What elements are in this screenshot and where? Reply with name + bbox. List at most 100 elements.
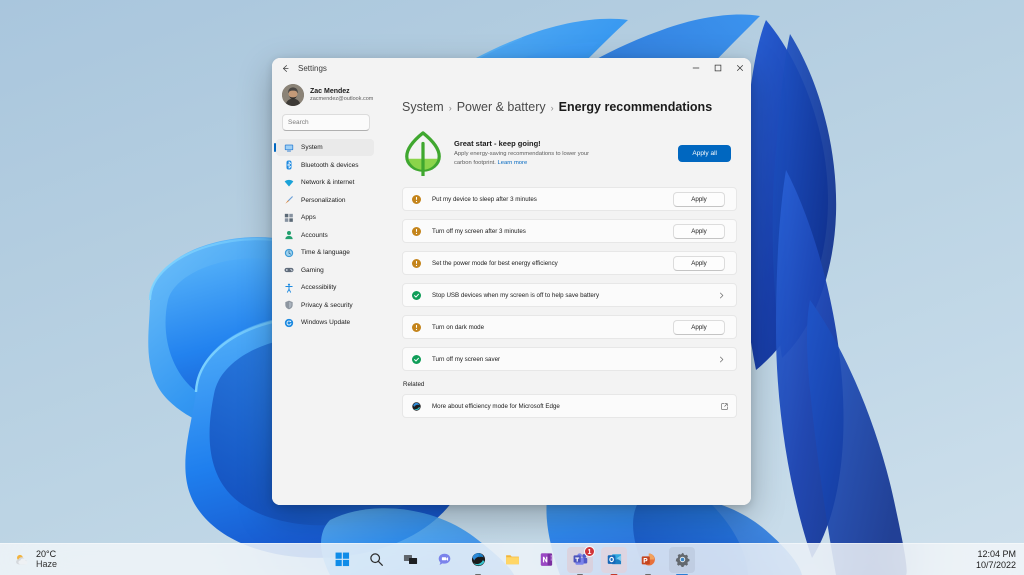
breadcrumb: System › Power & battery › Energy recomm… [402, 100, 737, 114]
clock-area[interactable]: 12:04 PM 10/7/2022 [976, 549, 1016, 569]
recommendation-row[interactable]: Turn off my screen saver [402, 347, 737, 371]
breadcrumb-item-energy-recommendations: Energy recommendations [559, 100, 713, 114]
chevron-right-icon[interactable] [716, 292, 725, 299]
sidebar-item-time-language[interactable]: Time & language [276, 244, 374, 261]
breadcrumb-separator: › [551, 103, 554, 113]
learn-more-link[interactable]: Learn more [498, 160, 528, 166]
warning-exclamation-icon [412, 259, 421, 268]
sidebar-label: Privacy & security [301, 302, 353, 309]
warning-exclamation-icon [412, 195, 421, 204]
desktop: Settings [0, 0, 1024, 575]
teams-badge: 1 [584, 546, 595, 557]
window-title: Settings [298, 64, 327, 73]
banner-title: Great start - keep going! [454, 139, 668, 148]
sidebar-item-accounts[interactable]: Accounts [276, 227, 374, 244]
minimize-button[interactable] [685, 58, 707, 78]
search-input[interactable] [288, 119, 376, 126]
task-view-button[interactable] [397, 547, 423, 573]
profile-email: zacmendez@outlook.com [310, 96, 370, 102]
recommendation-label: Stop USB devices when my screen is off t… [432, 292, 716, 299]
task-view-icon [403, 552, 418, 567]
recommendation-row[interactable]: Turn on dark mode Apply [402, 315, 737, 339]
search-box[interactable] [282, 114, 370, 131]
recommendation-label: Turn on dark mode [432, 324, 673, 331]
recommendation-row[interactable]: Put my device to sleep after 3 minutes A… [402, 187, 737, 211]
apply-button[interactable]: Apply [673, 192, 725, 207]
sidebar-item-system[interactable]: System [276, 139, 374, 156]
apps-grid-icon [284, 213, 294, 223]
back-button[interactable] [275, 59, 295, 77]
file-explorer-button[interactable] [499, 547, 525, 573]
avatar [282, 84, 304, 106]
taskbar: 20°C Haze [0, 543, 1024, 575]
window-controls [685, 58, 751, 78]
sidebar-label: Windows Update [301, 319, 350, 326]
back-arrow-icon [281, 64, 290, 73]
recommendation-label: Put my device to sleep after 3 minutes [432, 196, 673, 203]
sidebar-item-windows-update[interactable]: Windows Update [276, 314, 374, 331]
sidebar-item-network-internet[interactable]: Network & internet [276, 174, 374, 191]
sidebar-label: Personalization [301, 197, 345, 204]
settings-taskbar-button[interactable] [669, 547, 695, 573]
outlook-button[interactable] [601, 547, 627, 573]
recommendation-row[interactable]: Stop USB devices when my screen is off t… [402, 283, 737, 307]
onenote-icon [539, 552, 554, 567]
shield-icon [284, 300, 294, 310]
sidebar-label: Network & internet [301, 179, 354, 186]
related-link-row[interactable]: More about efficiency mode for Microsoft… [402, 394, 737, 418]
recommendation-label: Set the power mode for best energy effic… [432, 260, 673, 267]
close-button[interactable] [729, 58, 751, 78]
weather-widget[interactable]: 20°C Haze [8, 546, 65, 574]
onenote-button[interactable] [533, 547, 559, 573]
teams-button[interactable]: 1 [567, 547, 593, 573]
person-icon [284, 230, 294, 240]
clock-globe-icon [284, 248, 294, 258]
powerpoint-button[interactable] [635, 547, 661, 573]
energy-banner: Great start - keep going! Apply energy-s… [402, 128, 737, 178]
chevron-right-icon[interactable] [716, 356, 725, 363]
edge-button[interactable] [465, 547, 491, 573]
sidebar-item-bluetooth-devices[interactable]: Bluetooth & devices [276, 157, 374, 174]
related-link-label: More about efficiency mode for Microsoft… [432, 403, 721, 410]
clock-time: 12:04 PM [976, 549, 1016, 559]
start-button[interactable] [329, 547, 355, 573]
search-button[interactable] [363, 547, 389, 573]
sidebar-item-privacy-security[interactable]: Privacy & security [276, 297, 374, 314]
window-titlebar[interactable]: Settings [272, 58, 751, 78]
sidebar-item-personalization[interactable]: Personalization [276, 192, 374, 209]
sidebar: Zac Mendez zacmendez@outlook.com [272, 78, 378, 505]
sidebar-item-accessibility[interactable]: Accessibility [276, 279, 374, 296]
clock-date: 10/7/2022 [976, 560, 1016, 570]
apply-button[interactable]: Apply [673, 224, 725, 239]
gamepad-icon [284, 265, 294, 275]
banner-description: Apply energy-saving recommendations to l… [454, 150, 604, 167]
apply-button[interactable]: Apply [673, 256, 725, 271]
user-profile[interactable]: Zac Mendez zacmendez@outlook.com [272, 80, 378, 112]
sidebar-label: System [301, 144, 323, 151]
sidebar-label: Accessibility [301, 284, 336, 291]
network-wifi-icon [284, 178, 294, 188]
profile-name: Zac Mendez [310, 88, 370, 96]
apply-all-button[interactable]: Apply all [678, 145, 731, 162]
recommendation-row[interactable]: Set the power mode for best energy effic… [402, 251, 737, 275]
minimize-icon [692, 64, 700, 72]
chat-button[interactable] [431, 547, 457, 573]
recommendation-row[interactable]: Turn off my screen after 3 minutes Apply [402, 219, 737, 243]
sidebar-label: Bluetooth & devices [301, 162, 358, 169]
maximize-button[interactable] [707, 58, 729, 78]
sidebar-label: Gaming [301, 267, 324, 274]
windows-logo-icon [335, 552, 350, 567]
breadcrumb-item-power-battery[interactable]: Power & battery [457, 100, 546, 114]
green-check-icon [412, 355, 421, 364]
apply-button[interactable]: Apply [673, 320, 725, 335]
accessibility-icon [284, 283, 294, 293]
breadcrumb-item-system[interactable]: System [402, 100, 444, 114]
microsoft-edge-icon [471, 552, 486, 567]
external-link-icon [721, 397, 728, 415]
sidebar-item-gaming[interactable]: Gaming [276, 262, 374, 279]
search-icon [369, 552, 384, 567]
sidebar-item-apps[interactable]: Apps [276, 209, 374, 226]
paintbrush-icon [284, 195, 294, 205]
sun-behind-cloud-icon [14, 552, 30, 568]
green-leaf-icon [402, 130, 444, 176]
